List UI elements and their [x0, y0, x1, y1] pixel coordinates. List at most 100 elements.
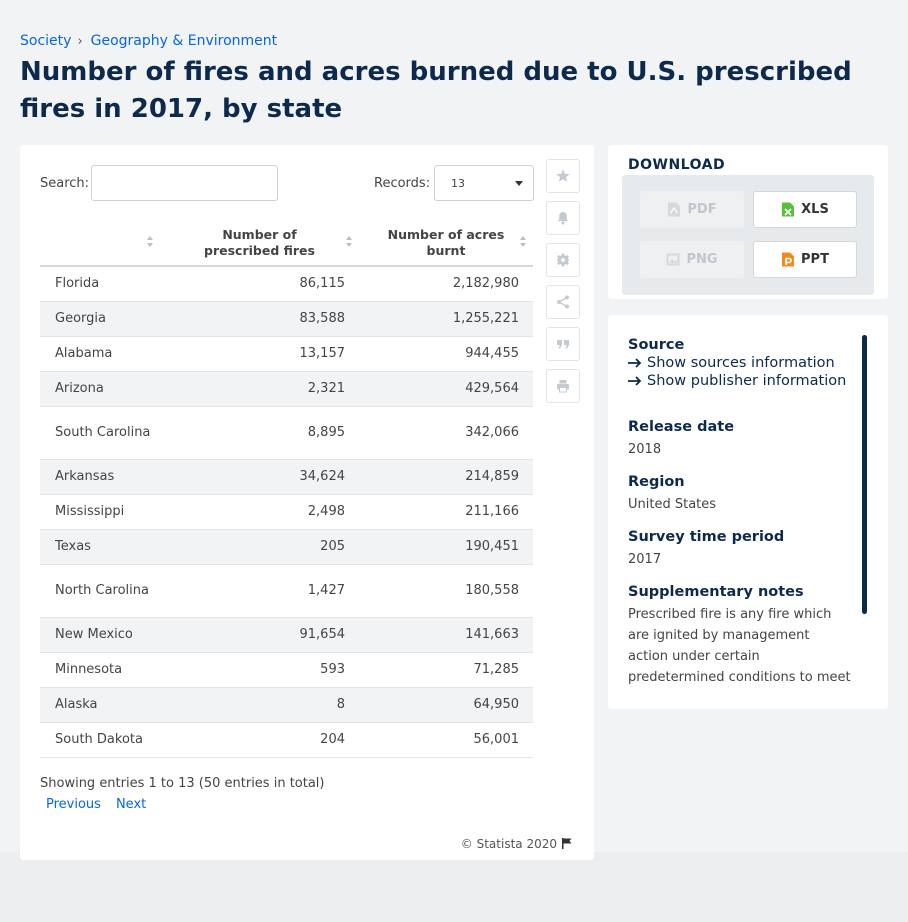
region-label: Region — [628, 474, 685, 490]
source-heading: Source — [628, 337, 685, 353]
settings-button[interactable] — [546, 243, 580, 277]
cell-fires: 83,588 — [160, 301, 359, 337]
download-ppt-button[interactable]: PPT — [753, 241, 857, 278]
cell-acres: 214,859 — [359, 459, 533, 495]
records-value: 13 — [451, 177, 465, 190]
download-title: DOWNLOAD — [628, 157, 726, 173]
pdf-file-icon — [668, 202, 681, 217]
entries-info: Showing entries 1 to 13 (50 entries in t… — [40, 776, 325, 791]
previous-button[interactable]: Previous — [46, 797, 101, 812]
release-date-section: Release date 2018 — [628, 419, 853, 460]
region-section: Region United States — [628, 474, 853, 515]
cell-acres: 342,066 — [359, 406, 533, 460]
download-pdf-button[interactable]: PDF — [640, 191, 744, 228]
cell-state: Minnesota — [40, 652, 160, 688]
table-body: Florida 86,115 2,182,980 Georgia 83,588 1,25… — [40, 266, 533, 758]
cite-button[interactable] — [546, 327, 580, 361]
search-label: Search: — [40, 176, 90, 191]
cell-acres: 944,455 — [359, 336, 533, 372]
statistic-table-card: Search: Records: 13 Number of prescribed… — [20, 145, 594, 860]
cell-fires: 8,895 — [160, 406, 359, 460]
cell-acres: 1,255,221 — [359, 301, 533, 337]
survey-period-section: Survey time period 2017 — [628, 529, 853, 570]
cell-state: Alaska — [40, 687, 160, 723]
print-button[interactable] — [546, 369, 580, 403]
cell-fires: 204 — [160, 722, 359, 758]
sort-icon — [346, 236, 353, 248]
release-date-value: 2018 — [628, 442, 662, 457]
table-row: New Mexico 91,654 141,663 — [40, 617, 533, 653]
share-icon — [557, 295, 569, 309]
show-sources-link[interactable]: Show sources information — [628, 355, 853, 371]
cell-fires: 86,115 — [160, 266, 359, 302]
table-row: South Carolina 8,895 342,066 — [40, 406, 533, 460]
table-row: South Dakota 204 56,001 — [40, 722, 533, 758]
breadcrumb-geography[interactable]: Geography & Environment — [91, 33, 278, 49]
star-icon — [556, 169, 570, 182]
cell-acres: 190,451 — [359, 529, 533, 565]
cell-fires: 593 — [160, 652, 359, 688]
cell-state: Arizona — [40, 371, 160, 407]
cell-state: New Mexico — [40, 617, 160, 653]
supplementary-notes-label: Supplementary notes — [628, 584, 804, 600]
breadcrumb: Society › Geography & Environment — [20, 33, 277, 49]
cell-fires: 2,321 — [160, 371, 359, 407]
region-value: United States — [628, 497, 717, 512]
cell-state: Arkansas — [40, 459, 160, 495]
data-table: Number of prescribed fires Number of acr… — [40, 220, 533, 758]
download-xls-button[interactable]: XLS — [753, 191, 857, 228]
next-button[interactable]: Next — [116, 797, 146, 812]
survey-period-label: Survey time period — [628, 529, 785, 545]
show-publisher-link[interactable]: Show publisher information — [628, 373, 853, 389]
print-icon — [557, 380, 569, 393]
cell-fires: 34,624 — [160, 459, 359, 495]
cell-state: Mississippi — [40, 494, 160, 530]
footer-band — [0, 852, 908, 922]
cell-acres: 2,182,980 — [359, 266, 533, 302]
search-input[interactable] — [91, 165, 278, 201]
pagination: Previous Next — [46, 797, 146, 812]
sort-icon — [520, 236, 527, 248]
favorite-button[interactable] — [546, 159, 580, 193]
breadcrumb-society[interactable]: Society — [20, 33, 71, 49]
flag-icon[interactable] — [562, 838, 572, 849]
table-row: Florida 86,115 2,182,980 — [40, 266, 533, 302]
records-select[interactable]: 13 — [434, 165, 534, 201]
source-scrollbar[interactable] — [862, 335, 867, 615]
arrow-right-icon — [628, 376, 642, 386]
ppt-file-icon — [782, 252, 795, 267]
chevron-down-icon — [515, 181, 523, 186]
cell-state: South Carolina — [40, 406, 160, 460]
download-panel: PDF XLS PNG PPT — [622, 175, 874, 295]
table-row: Georgia 83,588 1,255,221 — [40, 301, 533, 337]
table-row: Mississippi 2,498 211,166 — [40, 494, 533, 530]
share-button[interactable] — [546, 285, 580, 319]
table-row: Alabama 13,157 944,455 — [40, 336, 533, 372]
table-row: Minnesota 593 71,285 — [40, 652, 533, 688]
download-card: DOWNLOAD PDF XLS PNG PPT — [608, 145, 888, 299]
xls-file-icon — [782, 202, 795, 217]
cell-fires: 8 — [160, 687, 359, 723]
source-card: Source Show sources information Show pub… — [608, 315, 888, 709]
scrollbar-thumb[interactable] — [862, 335, 867, 614]
cell-fires: 205 — [160, 529, 359, 565]
gear-icon — [556, 253, 570, 267]
quote-icon — [557, 340, 569, 349]
download-png-button[interactable]: PNG — [640, 241, 744, 278]
notification-button[interactable] — [546, 201, 580, 235]
column-header-state[interactable] — [40, 220, 160, 267]
column-header-acres[interactable]: Number of acres burnt — [359, 220, 533, 267]
cell-fires: 91,654 — [160, 617, 359, 653]
table-row: Arizona 2,321 429,564 — [40, 371, 533, 407]
supplementary-notes-section: Supplementary notes Prescribed fire is a… — [628, 584, 853, 684]
arrow-right-icon — [628, 358, 642, 368]
release-date-label: Release date — [628, 419, 735, 435]
copyright[interactable]: © Statista 2020 — [461, 837, 557, 851]
cell-acres: 71,285 — [359, 652, 533, 688]
column-header-fires[interactable]: Number of prescribed fires — [160, 220, 359, 267]
png-file-icon — [666, 253, 680, 266]
cell-acres: 429,564 — [359, 371, 533, 407]
statistic-toolbar — [546, 159, 582, 411]
page-title: Number of fires and acres burned due to … — [20, 57, 852, 124]
table-row: Arkansas 34,624 214,859 — [40, 459, 533, 495]
